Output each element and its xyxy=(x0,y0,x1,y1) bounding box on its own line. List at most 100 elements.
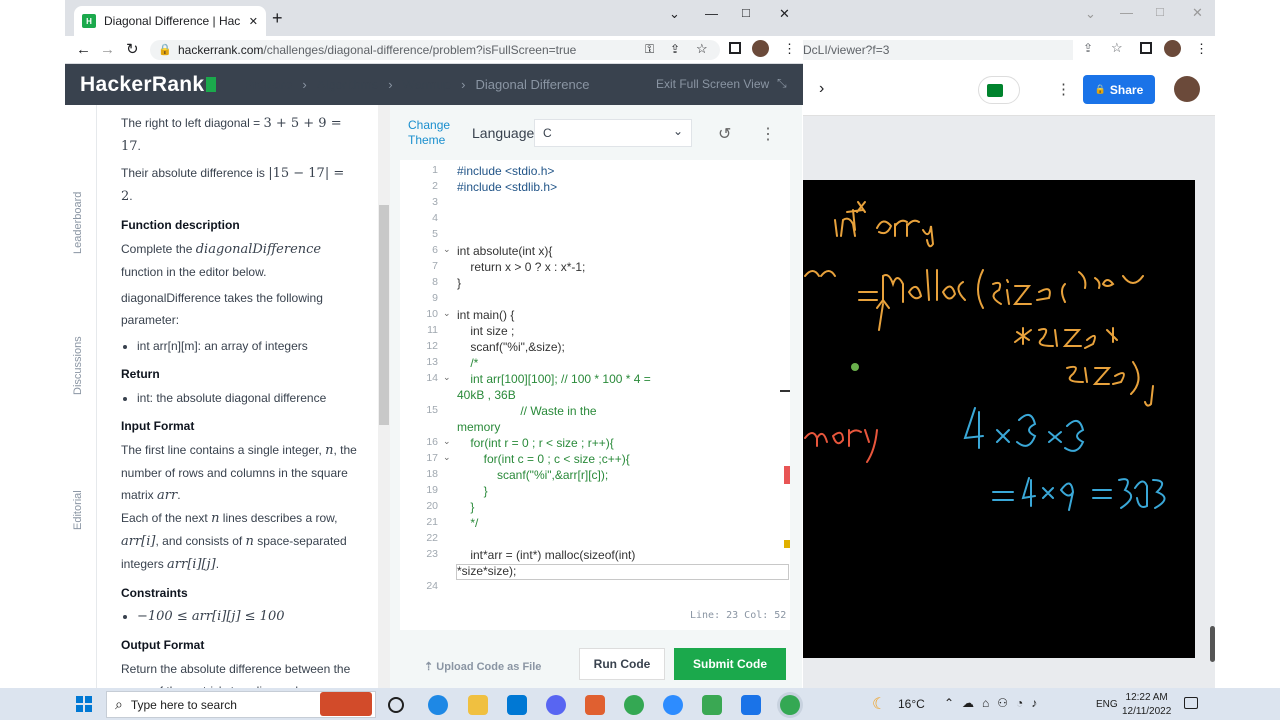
code-line[interactable]: 3 xyxy=(400,196,790,212)
browser-menu-icon[interactable]: ⋮ xyxy=(783,41,796,57)
collapse-icon[interactable]: ⤡ xyxy=(777,76,787,91)
exit-fullscreen-link[interactable]: Exit Full Screen View xyxy=(656,77,769,91)
code-line[interactable]: 22 xyxy=(400,532,790,548)
right-url-bar[interactable]: DcLI/viewer?f=3 xyxy=(803,40,1073,60)
profile-avatar[interactable] xyxy=(752,40,769,57)
fold-chevron-icon[interactable]: ⌄ xyxy=(443,308,451,319)
share-button[interactable]: 🔒 Share xyxy=(1083,75,1155,104)
code-line[interactable]: 13 /* xyxy=(400,356,790,372)
fold-chevron-icon[interactable]: ⌄ xyxy=(443,372,451,383)
right-share-page-icon[interactable]: ⇪ xyxy=(1083,41,1093,55)
key-icon[interactable]: ⚿ xyxy=(645,42,654,57)
meet-button[interactable] xyxy=(978,76,1020,104)
code-line[interactable]: 17 ⌄ for(int c = 0 ; c < size ;c++){ xyxy=(400,452,790,468)
problem-scrollbar-thumb[interactable] xyxy=(379,205,389,425)
system-tray-icons[interactable]: ⌃☁⌂⚇◔♪ xyxy=(944,696,1045,710)
right-bookmark-icon[interactable]: ☆ xyxy=(1111,40,1123,56)
close-window-button[interactable]: ✕ xyxy=(779,6,790,22)
temperature[interactable]: 16°C xyxy=(898,697,925,711)
bookmark-star-icon[interactable]: ☆ xyxy=(696,41,708,57)
run-code-button[interactable]: Run Code xyxy=(579,648,665,680)
history-icon[interactable]: ↺ xyxy=(718,124,731,144)
code-line[interactable]: 9 xyxy=(400,292,790,308)
browser-tab[interactable]: H Diagonal Difference | HackerRank ✕ xyxy=(74,6,266,36)
code-line[interactable]: 5 xyxy=(400,228,790,244)
weather-icon[interactable]: ☾ xyxy=(872,694,886,714)
right-menu-icon[interactable]: ⋮ xyxy=(1195,41,1208,57)
maximize-button[interactable]: □ xyxy=(742,5,750,20)
mail-icon[interactable] xyxy=(507,695,527,715)
code-line[interactable]: 21 */ xyxy=(400,516,790,532)
dropdown-chevron-icon[interactable]: ⌄ xyxy=(669,6,680,22)
fold-chevron-icon[interactable]: ⌄ xyxy=(443,452,451,463)
right-dropdown-icon[interactable]: ⌄ xyxy=(1085,6,1096,22)
code-line[interactable]: 40kB , 36B xyxy=(400,388,790,404)
submit-code-button[interactable]: Submit Code xyxy=(674,648,786,680)
code-line[interactable]: 10 ⌄ int main() { xyxy=(400,308,790,324)
right-side-panel-icon[interactable] xyxy=(1140,42,1152,54)
code-line[interactable]: 1 #include <stdio.h> xyxy=(400,164,790,180)
clock[interactable]: 12:22 AM 12/11/2022 xyxy=(1122,691,1171,719)
code-line[interactable]: 6 ⌄ int absolute(int x){ xyxy=(400,244,790,260)
tab-discussions[interactable]: Discussions xyxy=(72,336,84,395)
cursor-dot xyxy=(851,363,859,371)
code-line[interactable]: *size*size); xyxy=(400,564,790,580)
url-bar[interactable]: hackerrank.com/challenges/diagonal-diffe… xyxy=(150,40,720,60)
right-profile-avatar[interactable] xyxy=(1164,40,1181,57)
code-line[interactable]: 7 return x > 0 ? x : x*-1; xyxy=(400,260,790,276)
right-close-button[interactable]: ✕ xyxy=(1192,5,1203,21)
app-icon[interactable] xyxy=(702,695,722,715)
code-line[interactable]: memory xyxy=(400,420,790,436)
lock-icon[interactable]: 🔒 xyxy=(158,43,172,56)
whiteboard-canvas[interactable] xyxy=(803,180,1195,658)
user-avatar[interactable] xyxy=(1174,76,1200,102)
zoom-icon[interactable] xyxy=(663,695,683,715)
code-line[interactable]: 12 scanf("%i",&size); xyxy=(400,340,790,356)
code-line[interactable]: 24 xyxy=(400,580,790,596)
right-minimize-button[interactable]: — xyxy=(1120,5,1133,20)
code-line[interactable]: 4 xyxy=(400,212,790,228)
reload-icon[interactable]: ↻ xyxy=(126,40,139,58)
fold-chevron-icon[interactable]: ⌄ xyxy=(443,244,451,255)
code-line[interactable]: 23 int*arr = (int*) malloc(sizeof(int) xyxy=(400,548,790,564)
app-icon[interactable] xyxy=(741,695,761,715)
code-line[interactable]: 19 } xyxy=(400,484,790,500)
fold-chevron-icon[interactable]: ⌄ xyxy=(443,436,451,447)
matlab-icon[interactable] xyxy=(585,695,605,715)
upload-code-link[interactable]: ⇡ Upload Code as File xyxy=(424,660,541,673)
notifications-icon[interactable] xyxy=(1184,697,1198,709)
editor-scrollbar[interactable] xyxy=(792,118,802,618)
chevron-right-icon[interactable]: › xyxy=(819,80,824,98)
code-line[interactable]: 2 #include <stdlib.h> xyxy=(400,180,790,196)
tab-close-icon[interactable]: ✕ xyxy=(249,15,258,28)
code-line[interactable]: 8} xyxy=(400,276,790,292)
task-view-icon[interactable] xyxy=(388,697,404,713)
code-line[interactable]: 15 // Waste in the xyxy=(400,404,790,420)
code-line[interactable]: 18 scanf("%i",&arr[r][c]); xyxy=(400,468,790,484)
edge-icon[interactable] xyxy=(428,695,448,715)
code-line[interactable]: 20 } xyxy=(400,500,790,516)
change-theme-link[interactable]: Change Theme xyxy=(408,118,456,148)
code-line[interactable]: 14 ⌄ int arr[100][100]; // 100 * 100 * 4 … xyxy=(400,372,790,388)
language-select[interactable]: C ⌄ xyxy=(534,119,692,147)
new-tab-button[interactable]: + xyxy=(272,8,283,29)
file-explorer-icon[interactable] xyxy=(468,695,488,715)
forward-arrow-icon[interactable]: → xyxy=(100,41,115,58)
right-maximize-button[interactable]: □ xyxy=(1156,4,1164,19)
input-language[interactable]: ENG xyxy=(1096,699,1118,710)
share-page-icon[interactable]: ⇪ xyxy=(670,42,680,56)
discord-icon[interactable] xyxy=(546,695,566,715)
chrome-active-icon[interactable] xyxy=(780,695,800,715)
app-more-icon[interactable]: ⋮ xyxy=(1056,80,1071,98)
minimize-button[interactable]: — xyxy=(705,6,718,21)
more-options-icon[interactable]: ⋮ xyxy=(760,124,776,144)
code-line[interactable]: 16 ⌄ for(int r = 0 ; r < size ; r++){ xyxy=(400,436,790,452)
code-line[interactable]: 11 int size ; xyxy=(400,324,790,340)
chrome-icon[interactable] xyxy=(624,695,644,715)
crumb-warmup[interactable]: Warmup xyxy=(403,77,452,92)
side-panel-icon[interactable] xyxy=(729,42,741,54)
back-arrow-icon[interactable]: ← xyxy=(76,41,91,58)
windows-start-icon[interactable] xyxy=(76,696,92,712)
tab-editorial[interactable]: Editorial xyxy=(72,490,84,530)
tab-leaderboard[interactable]: Leaderboard xyxy=(72,192,84,254)
